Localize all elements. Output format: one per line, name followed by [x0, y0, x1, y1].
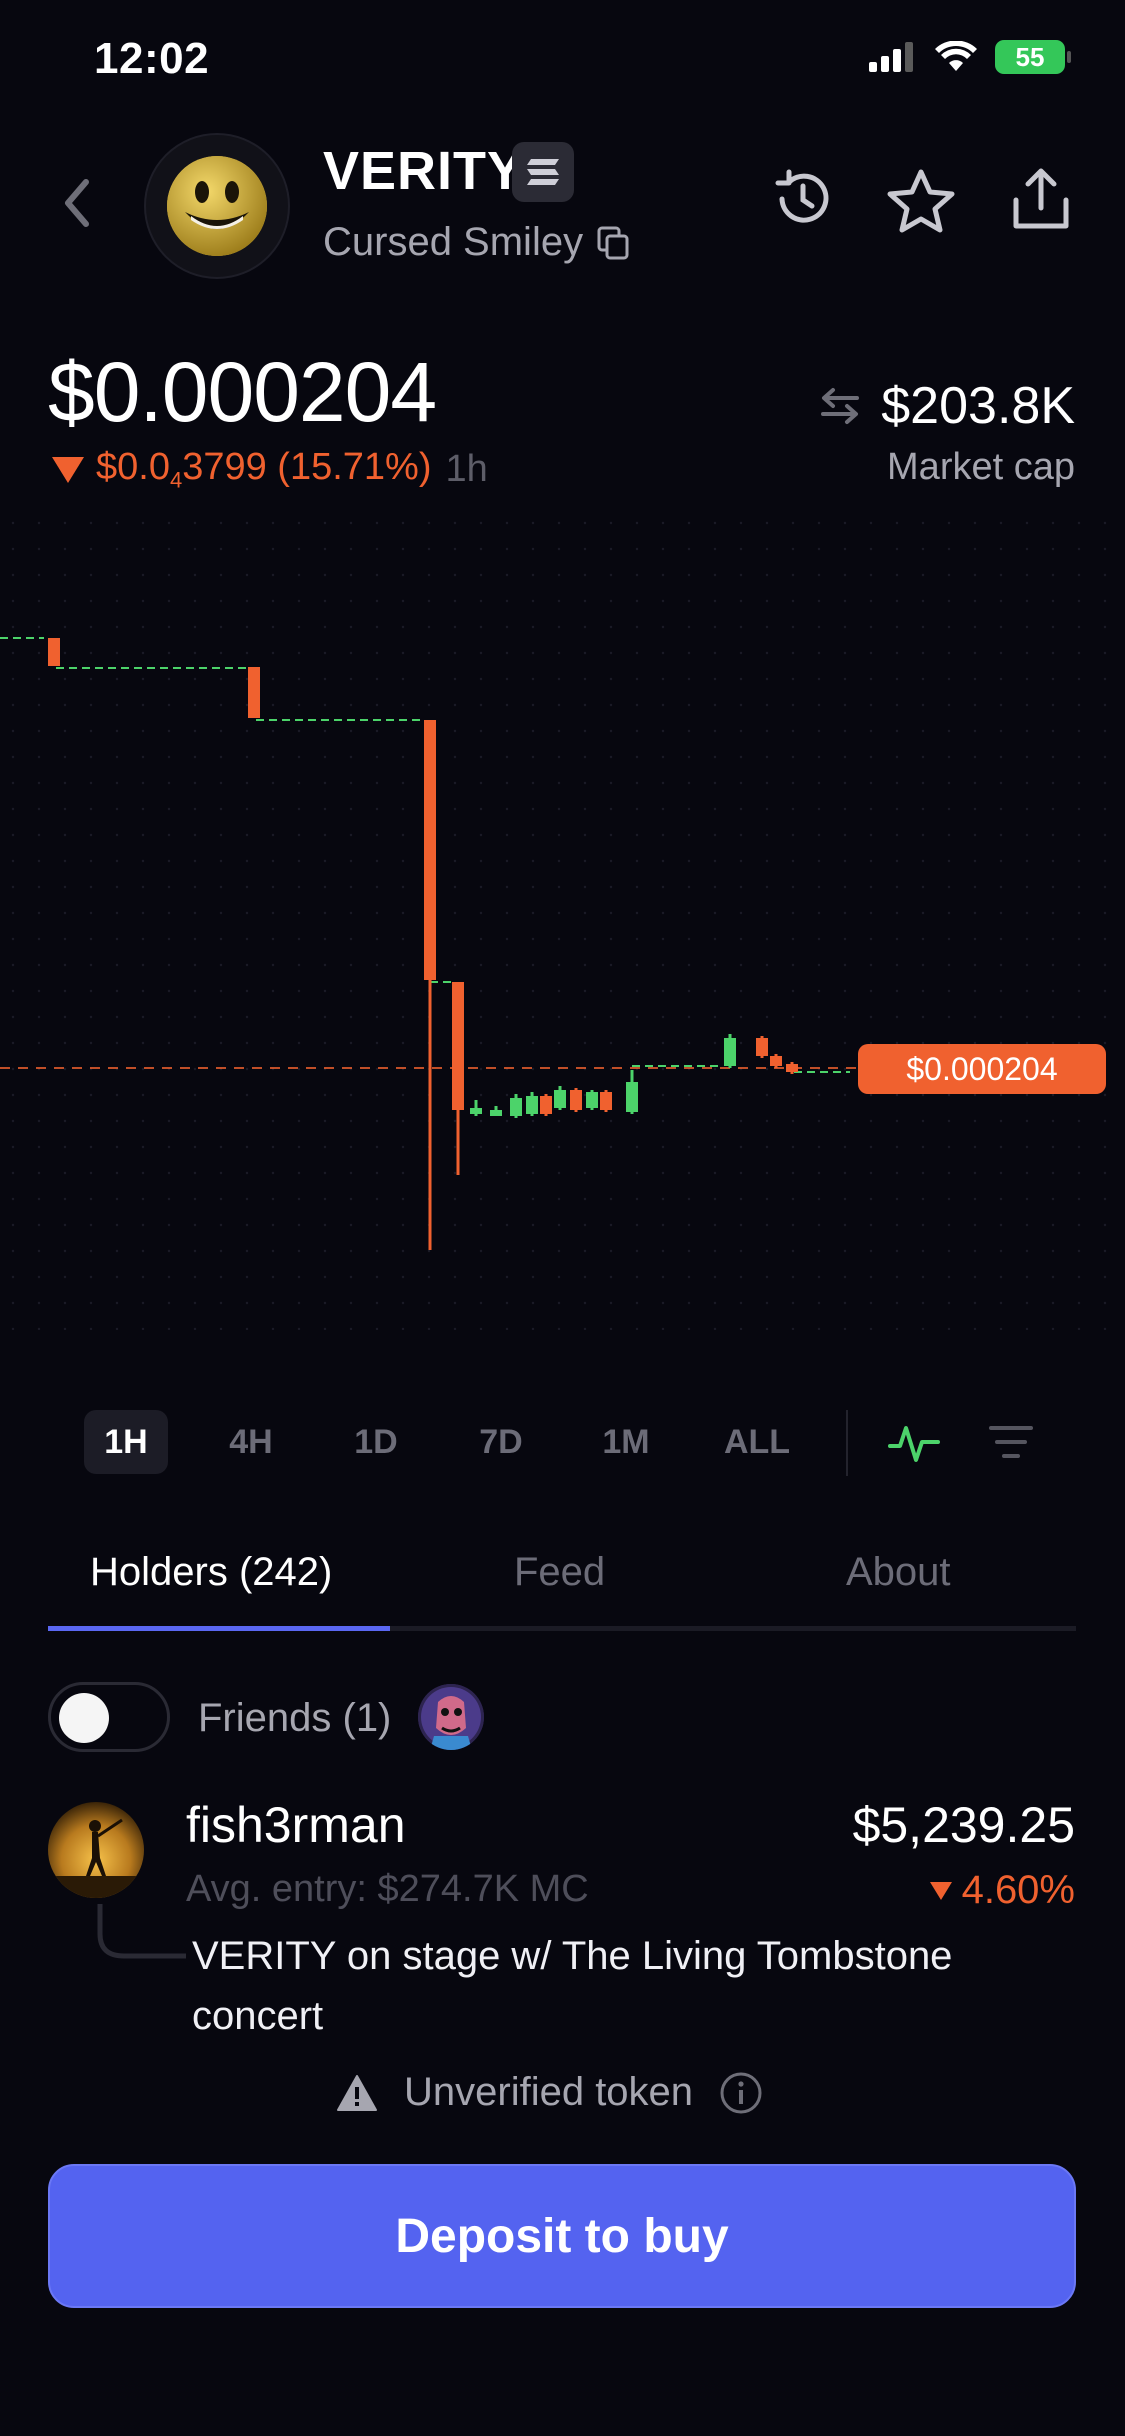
timeframe-divider — [846, 1410, 848, 1476]
friends-label: Friends (1) — [198, 1696, 392, 1740]
chart-candle — [570, 1088, 582, 1112]
token-avatar — [144, 133, 290, 279]
chart-candle — [48, 638, 60, 666]
holder-change: 4.60% — [928, 1868, 1075, 1913]
status-icons: 55 — [869, 40, 1071, 74]
token-symbol: VERITY — [323, 141, 525, 201]
chart-candle — [756, 1036, 768, 1058]
price-change: $0.043799 (15.71%) 1h — [50, 446, 488, 494]
chart-candle — [724, 1034, 736, 1068]
holder-value: $5,239.25 — [852, 1797, 1075, 1853]
timeframe-selector: 1H 4H 1D 7D 1M ALL — [84, 1410, 846, 1474]
back-button[interactable] — [62, 178, 92, 233]
history-icon[interactable] — [772, 168, 834, 230]
timeframe-7d[interactable]: 7D — [459, 1410, 543, 1474]
battery-indicator: 55 — [995, 40, 1071, 74]
chain-badge[interactable] — [512, 142, 574, 202]
chart-candle — [600, 1090, 612, 1112]
tab-feed[interactable]: Feed — [514, 1550, 605, 1595]
unverified-warning[interactable]: Unverified token — [336, 2070, 763, 2115]
solana-icon — [527, 159, 559, 185]
holder-avatar-image — [48, 1802, 144, 1898]
market-cap[interactable]: $203.8K — [819, 376, 1075, 436]
down-triangle-icon — [52, 456, 84, 483]
market-cap-label: Market cap — [887, 446, 1075, 488]
smiley-logo-icon — [167, 156, 267, 256]
chart-candle — [770, 1054, 782, 1068]
holder-note: VERITY on stage w/ The Living Tombstone … — [192, 1934, 953, 2038]
share-icon[interactable] — [1008, 166, 1074, 232]
price-change-period: 1h — [445, 448, 488, 491]
info-icon[interactable] — [719, 2071, 763, 2115]
chart-candle — [540, 1094, 552, 1116]
timeframe-4h[interactable]: 4H — [209, 1410, 293, 1474]
timeframe-1m[interactable]: 1M — [584, 1410, 668, 1474]
line-chart-toggle-icon[interactable] — [888, 1420, 940, 1466]
deposit-to-buy-button[interactable]: Deposit to buy — [48, 2164, 1076, 2308]
swap-arrows-icon — [821, 388, 860, 424]
wifi-icon — [935, 41, 977, 71]
copy-icon[interactable] — [597, 226, 629, 260]
market-cap-value: $203.8K — [881, 377, 1075, 435]
filter-icon[interactable] — [988, 1422, 1034, 1462]
toggle-knob — [59, 1693, 109, 1743]
price-change-value: $0.043799 (15.71%) — [96, 446, 432, 493]
timeframe-1d[interactable]: 1D — [334, 1410, 418, 1474]
star-icon[interactable] — [886, 168, 956, 234]
signal-icon — [869, 42, 913, 72]
chevron-left-icon — [65, 179, 89, 227]
reply-connector — [97, 1904, 186, 1959]
holder-avatar[interactable] — [48, 1802, 144, 1898]
down-triangle-icon — [929, 1881, 952, 1900]
token-name-row: Cursed Smiley — [323, 220, 629, 265]
timeframe-1h[interactable]: 1H — [84, 1410, 168, 1474]
tab-about[interactable]: About — [846, 1550, 951, 1595]
tab-holders[interactable]: Holders (242) — [90, 1550, 332, 1595]
holder-avg-entry: Avg. entry: $274.7K MC — [186, 1868, 589, 1910]
current-price-tag: $0.000204 — [858, 1044, 1106, 1094]
status-time: 12:02 — [94, 34, 210, 83]
friends-toggle[interactable] — [48, 1682, 170, 1752]
token-price: $0.000204 — [48, 345, 437, 439]
price-chart[interactable] — [0, 510, 1125, 1330]
holder-name[interactable]: fish3rman — [186, 1796, 406, 1854]
tab-active-indicator — [48, 1626, 390, 1631]
chart-candle — [586, 1090, 598, 1110]
friend-avatar-image — [418, 1684, 484, 1750]
warning-icon — [337, 2074, 377, 2111]
token-name: Cursed Smiley — [323, 220, 584, 264]
timeframe-all[interactable]: ALL — [709, 1410, 805, 1474]
unverified-label: Unverified token — [404, 2070, 694, 2114]
chart-candle — [248, 667, 260, 718]
friend-avatar[interactable] — [418, 1684, 484, 1750]
